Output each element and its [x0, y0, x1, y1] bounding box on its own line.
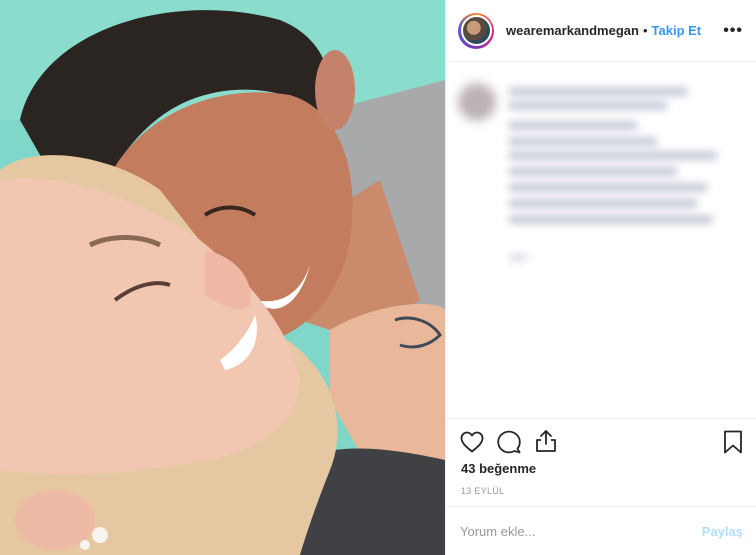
blurred-caption-line — [508, 87, 688, 96]
comment-input[interactable] — [460, 521, 690, 541]
username-link[interactable]: wearemarkandmegan — [506, 23, 639, 38]
blurred-caption-line — [508, 121, 638, 130]
share-icon[interactable] — [535, 429, 557, 453]
comment-form: Paylaş — [446, 506, 756, 555]
like-count[interactable]: 43 beğenme — [461, 461, 536, 476]
caption-area — [446, 63, 756, 418]
post-actions: 43 beğenme 13 EYLÜL — [446, 418, 756, 506]
heart-icon[interactable] — [460, 431, 484, 453]
post-sidebar: wearemarkandmegan • Takip Et ••• 43 beğe… — [445, 0, 756, 555]
post-photo[interactable] — [0, 0, 445, 555]
blurred-caption-line — [508, 151, 718, 160]
follow-button[interactable]: Takip Et — [652, 23, 702, 38]
blurred-caption-line — [508, 167, 678, 176]
post-header: wearemarkandmegan • Takip Et ••• — [446, 0, 756, 62]
avatar-story-ring[interactable] — [458, 12, 494, 49]
blurred-caption-line — [508, 101, 668, 110]
post-date: 13 EYLÜL — [461, 486, 505, 496]
instagram-post: wearemarkandmegan • Takip Et ••• 43 beğe… — [0, 0, 756, 555]
comment-bubble-icon[interactable] — [497, 430, 521, 454]
blurred-caption-line — [508, 215, 713, 224]
post-comment-button[interactable]: Paylaş — [702, 524, 743, 539]
photo-illustration — [0, 0, 445, 555]
blurred-caption-line — [508, 253, 528, 262]
blurred-caption-line — [508, 137, 658, 146]
blurred-caption-line — [508, 199, 698, 208]
more-options-icon[interactable]: ••• — [723, 22, 743, 40]
bookmark-icon[interactable] — [723, 430, 743, 454]
header-separator: • — [642, 23, 648, 38]
avatar[interactable] — [460, 15, 492, 46]
blurred-avatar — [458, 83, 496, 121]
blurred-caption-line — [508, 183, 708, 192]
